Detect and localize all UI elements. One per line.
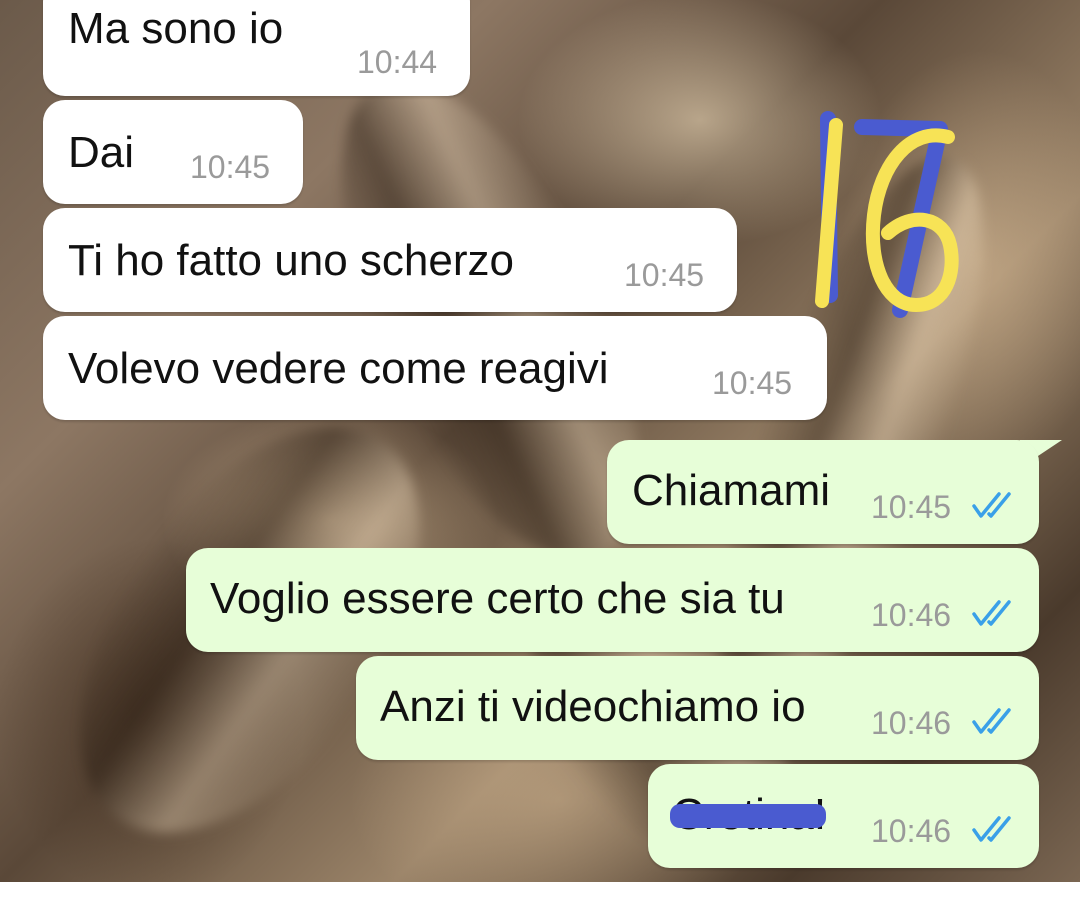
message-time: 10:45 <box>871 489 952 525</box>
message-time: 10:44 <box>357 44 438 80</box>
message-text: Chiamami <box>632 466 831 515</box>
message-time: 10:45 <box>624 257 705 293</box>
double-check-icon <box>972 816 1011 842</box>
incoming-message[interactable]: Volevo vedere come reagivi 10:45 <box>43 316 827 420</box>
handwritten-number-annotation <box>815 111 959 318</box>
incoming-message[interactable]: Ma sono io 10:44 <box>43 0 470 96</box>
message-text: Dai <box>68 128 135 177</box>
message-time: 10:46 <box>871 705 952 741</box>
incoming-message[interactable]: Ti ho fatto uno scherzo 10:45 <box>43 208 737 312</box>
message-time: 10:45 <box>712 365 793 401</box>
outgoing-message[interactable]: Chiamami 10:45 <box>607 440 1039 544</box>
message-time: 10:46 <box>871 597 952 633</box>
message-text: Volevo vedere come reagivi <box>68 344 609 393</box>
double-check-icon <box>972 492 1011 518</box>
double-check-icon <box>972 600 1011 626</box>
message-time: 10:45 <box>190 149 271 185</box>
outgoing-message[interactable]: Voglio essere certo che sia tu 10:46 <box>186 548 1039 652</box>
incoming-message[interactable]: Dai 10:45 <box>43 100 303 204</box>
message-text: Voglio essere certo che sia tu <box>210 574 785 623</box>
message-text: Ti ho fatto uno scherzo <box>68 236 514 285</box>
outgoing-message[interactable]: Cretina! 10:46 <box>648 764 1039 868</box>
message-text: Anzi ti videochiamo io <box>380 682 806 731</box>
outgoing-message[interactable]: Anzi ti videochiamo io 10:46 <box>356 656 1039 760</box>
redaction-scribble <box>670 804 826 828</box>
double-check-icon <box>972 708 1011 734</box>
message-time: 10:46 <box>871 813 952 849</box>
message-text: Ma sono io <box>68 4 284 53</box>
